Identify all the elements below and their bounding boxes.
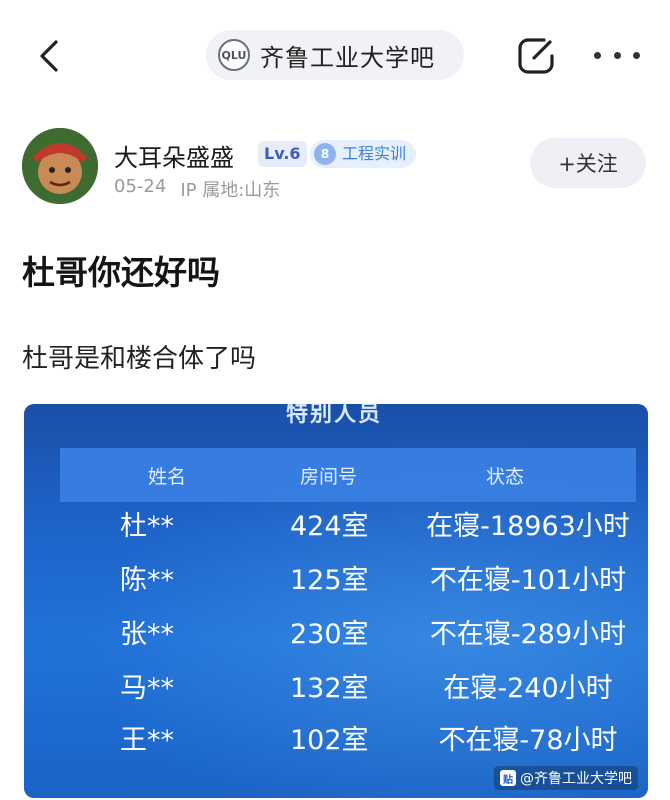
- back-arrow-icon[interactable]: [30, 36, 70, 76]
- forum-entry-button[interactable]: QLU 齐鲁工业大学吧: [206, 30, 464, 80]
- post-date: 05-24: [114, 176, 167, 197]
- post-title: 杜哥你还好吗: [22, 253, 220, 292]
- row-status: 在寝-240小时: [443, 673, 613, 704]
- row-status: 不在寝-289小时: [429, 619, 627, 650]
- watermark: 贴 @齐鲁工业大学吧: [494, 766, 638, 790]
- row-status: 不在寝-101小时: [429, 565, 627, 596]
- forum-logo-icon: QLU: [218, 39, 250, 71]
- screen-title: 特别人员: [286, 404, 383, 427]
- row-name: 王**: [120, 725, 174, 756]
- follow-button[interactable]: +关注: [530, 138, 646, 188]
- member-tag-badge: 8 工程实训: [310, 140, 417, 168]
- forum-name: 齐鲁工业大学吧: [260, 43, 435, 72]
- share-icon[interactable]: [514, 34, 558, 78]
- row-room: 132室: [290, 673, 369, 704]
- table-row: 陈** 125室 不在寝-101小时: [24, 558, 648, 610]
- row-name: 杜**: [120, 511, 174, 542]
- tieba-logo-icon: 贴: [500, 770, 516, 786]
- tag-label: 工程实训: [342, 144, 407, 163]
- post-meta: 05-24 IP 属地:山东: [114, 176, 280, 202]
- post-image[interactable]: 特别人员 姓名 房间号 状态 杜** 424室 在寝-18963小时 陈** 1…: [24, 404, 648, 798]
- table-row: 张** 230室 不在寝-289小时: [24, 612, 648, 664]
- row-status: 在寝-18963小时: [426, 511, 630, 542]
- table-row: 王** 102室 不在寝-78小时: [24, 718, 648, 770]
- row-name: 陈**: [120, 565, 174, 596]
- column-header-status: 状态: [486, 466, 525, 488]
- table-row: 杜** 424室 在寝-18963小时: [24, 504, 648, 556]
- top-bar: QLU 齐鲁工业大学吧: [0, 0, 670, 110]
- row-room: 424室: [290, 511, 369, 542]
- post-text: 杜哥是和楼合体了吗: [22, 344, 257, 374]
- table-row: 马** 132室 在寝-240小时: [24, 666, 648, 718]
- row-name: 马**: [120, 673, 174, 704]
- ip-location: IP 属地:山东: [180, 180, 281, 201]
- author-name[interactable]: 大耳朵盛盛: [114, 138, 234, 173]
- row-room: 102室: [290, 725, 369, 756]
- row-room: 230室: [290, 619, 369, 650]
- column-header-name: 姓名: [148, 466, 187, 488]
- column-header-room: 房间号: [300, 466, 358, 488]
- watermark-text: @齐鲁工业大学吧: [520, 771, 632, 787]
- more-icon[interactable]: [594, 48, 640, 62]
- row-room: 125室: [290, 565, 369, 596]
- tag-number-icon: 8: [314, 143, 336, 165]
- avatar[interactable]: [22, 128, 98, 204]
- row-status: 不在寝-78小时: [438, 725, 618, 756]
- level-badge: Lv.6: [258, 141, 307, 167]
- row-name: 张**: [120, 619, 174, 650]
